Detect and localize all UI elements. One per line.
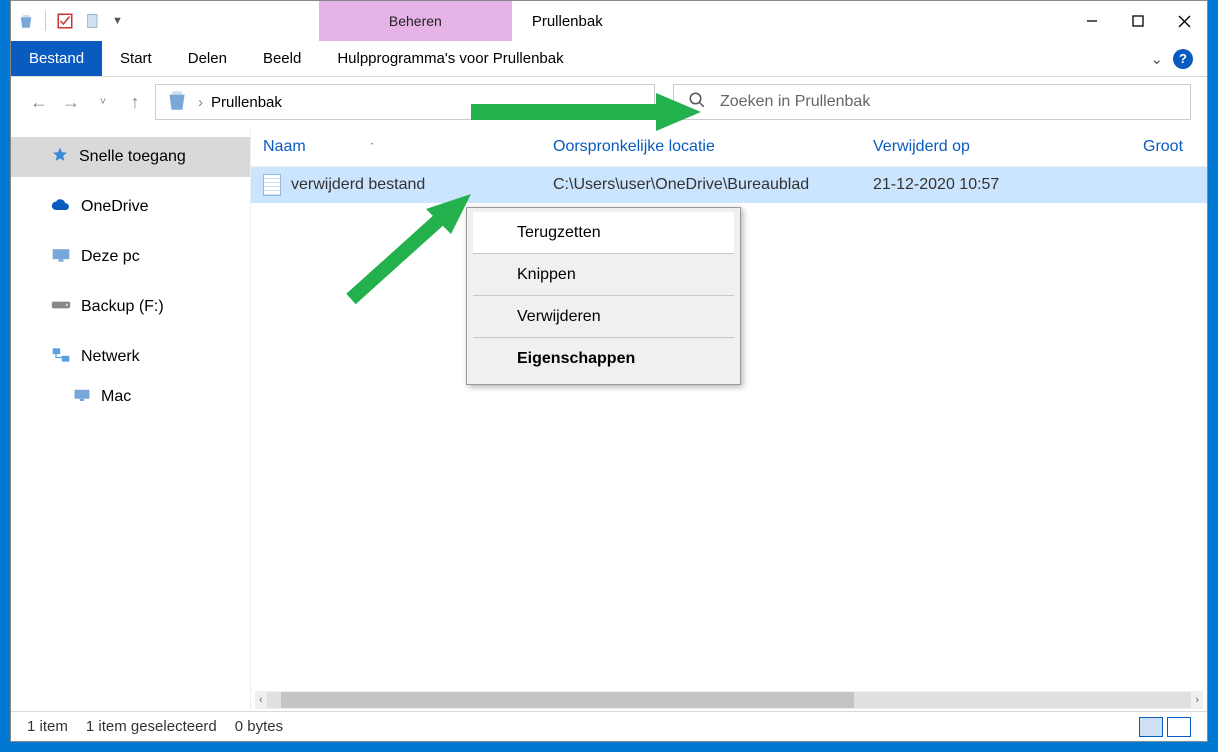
sidebar-item-mac[interactable]: Mac: [11, 377, 250, 417]
maximize-button[interactable]: [1115, 1, 1161, 41]
column-original-location[interactable]: Oorspronkelijke locatie: [541, 138, 861, 156]
tab-view[interactable]: Beeld: [245, 41, 319, 76]
context-menu-cut[interactable]: Knippen: [473, 254, 734, 296]
file-name: verwijderd bestand: [291, 176, 425, 194]
breadcrumb-sep: ›: [198, 94, 203, 111]
column-label: Naam: [263, 138, 306, 155]
file-row[interactable]: verwijderd bestand C:\Users\user\OneDriv…: [251, 167, 1207, 203]
window-title: Prullenbak: [512, 1, 603, 41]
close-button[interactable]: [1161, 1, 1207, 41]
sidebar-item-onedrive[interactable]: OneDrive: [11, 187, 250, 227]
drive-icon: [51, 298, 71, 316]
context-menu-properties[interactable]: Eigenschappen: [473, 338, 734, 380]
search-placeholder: Zoeken in Prullenbak: [720, 93, 870, 111]
context-menu-restore[interactable]: Terugzetten: [473, 212, 734, 254]
address-bar[interactable]: › Prullenbak: [155, 84, 655, 120]
status-size: 0 bytes: [235, 718, 283, 735]
separator: [45, 11, 46, 31]
help-icon[interactable]: ?: [1173, 49, 1193, 69]
tab-recyclebin-tools[interactable]: Hulpprogramma's voor Prullenbak: [319, 41, 581, 76]
recycle-bin-icon: [17, 12, 35, 30]
minimize-button[interactable]: [1069, 1, 1115, 41]
scroll-left-icon[interactable]: ‹: [255, 694, 267, 706]
breadcrumb-location[interactable]: Prullenbak: [211, 94, 282, 111]
contextual-tab-manage[interactable]: Beheren: [319, 1, 512, 41]
sidebar-item-label: Deze pc: [81, 248, 140, 266]
star-icon: [51, 146, 69, 169]
cloud-icon: [51, 198, 71, 217]
scrollbar-thumb[interactable]: [281, 692, 854, 708]
sidebar-item-network[interactable]: Netwerk: [11, 337, 250, 377]
tab-share[interactable]: Delen: [170, 41, 245, 76]
checkbox-icon[interactable]: [56, 12, 74, 30]
up-button[interactable]: ↑: [123, 92, 147, 113]
chevron-down-icon[interactable]: ⌄: [1150, 50, 1163, 68]
sidebar-item-label: Backup (F:): [81, 298, 164, 316]
column-size[interactable]: Groot: [1131, 138, 1195, 156]
quick-access-toolbar: ▼: [11, 1, 129, 41]
column-name[interactable]: Naam ˆ: [251, 138, 541, 156]
tab-start[interactable]: Start: [102, 41, 170, 76]
file-date-deleted: 21-12-2020 10:57: [861, 176, 1131, 194]
sidebar-item-label: Snelle toegang: [79, 148, 186, 166]
sidebar-item-this-pc[interactable]: Deze pc: [11, 237, 250, 277]
chevron-down-icon[interactable]: ▼: [112, 15, 123, 27]
recent-locations-button[interactable]: ˅: [91, 96, 115, 108]
status-bar: 1 item 1 item geselecteerd 0 bytes: [11, 711, 1207, 741]
details-view-button[interactable]: [1139, 717, 1163, 737]
nav-row: ← → ˅ ↑ › Prullenbak Zoeken in Prullenba…: [11, 77, 1207, 127]
ribbon-tabs: Bestand Start Delen Beeld Hulpprogramma'…: [11, 41, 1207, 77]
sidebar-item-quick-access[interactable]: Snelle toegang: [11, 137, 250, 177]
network-icon: [51, 347, 71, 368]
sidebar-item-backup-drive[interactable]: Backup (F:): [11, 287, 250, 327]
navigation-pane: Snelle toegang OneDrive Deze pc: [11, 127, 251, 711]
tab-file[interactable]: Bestand: [11, 41, 102, 76]
file-original-location: C:\Users\user\OneDrive\Bureaublad: [541, 176, 861, 194]
search-icon: [688, 91, 706, 114]
context-menu-delete[interactable]: Verwijderen: [473, 296, 734, 338]
recycle-bin-icon: [164, 87, 190, 117]
sidebar-item-label: Netwerk: [81, 348, 140, 366]
titlebar: ▼ Beheren Prullenbak: [11, 1, 1207, 41]
sidebar-item-label: OneDrive: [81, 198, 149, 216]
horizontal-scrollbar[interactable]: ‹ ›: [255, 691, 1203, 709]
forward-button[interactable]: →: [59, 92, 83, 113]
sidebar-item-label: Mac: [101, 388, 131, 406]
sort-asc-icon: ˆ: [370, 142, 374, 154]
thumbnails-view-button[interactable]: [1167, 717, 1191, 737]
search-input[interactable]: Zoeken in Prullenbak: [673, 84, 1191, 120]
scroll-right-icon[interactable]: ›: [1191, 694, 1203, 706]
file-icon: [263, 174, 281, 196]
document-icon[interactable]: [84, 12, 102, 30]
file-list-pane: Naam ˆ Oorspronkelijke locatie Verwijder…: [251, 127, 1207, 711]
pc-icon: [73, 388, 91, 407]
explorer-window: ▼ Beheren Prullenbak Bestand Start Delen…: [10, 0, 1208, 742]
status-item-count: 1 item: [27, 718, 68, 735]
column-headers: Naam ˆ Oorspronkelijke locatie Verwijder…: [251, 127, 1207, 167]
back-button[interactable]: ←: [27, 92, 51, 113]
pc-icon: [51, 247, 71, 268]
column-date-deleted[interactable]: Verwijderd op: [861, 138, 1131, 156]
status-selected: 1 item geselecteerd: [86, 718, 217, 735]
context-menu: Terugzetten Knippen Verwijderen Eigensch…: [466, 207, 741, 385]
